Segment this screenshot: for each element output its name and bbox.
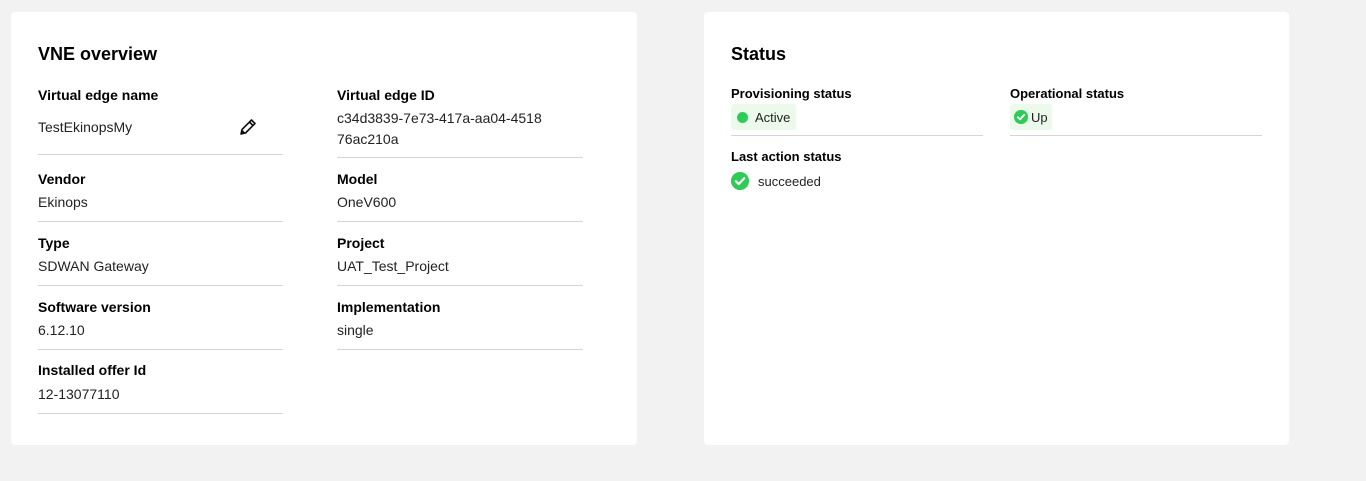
- type-field: Type SDWAN Gateway: [38, 234, 283, 286]
- provisioning-status-badge: Active: [731, 104, 797, 130]
- check-circle-icon: [1014, 110, 1028, 124]
- last-action-status-label: Last action status: [731, 149, 842, 164]
- virtual-edge-name-value: TestEkinopsMy: [38, 119, 133, 135]
- operational-status-badge: Up: [1010, 104, 1052, 130]
- type-value: SDWAN Gateway: [38, 258, 149, 274]
- installed-offer-id-label: Installed offer Id: [38, 362, 147, 378]
- operational-status-label: Operational status: [1010, 86, 1125, 101]
- provisioning-divider: [731, 135, 983, 136]
- virtual-edge-name-label: Virtual edge name: [38, 87, 159, 103]
- vendor-field: Vendor Ekinops: [38, 170, 283, 222]
- project-label: Project: [337, 235, 385, 251]
- model-label: Model: [337, 171, 378, 187]
- last-action-status-field: Last action status succeeded: [731, 147, 983, 192]
- operational-status-field: Operational status Up: [1010, 84, 1262, 136]
- implementation-label: Implementation: [337, 299, 441, 315]
- last-action-status-value: succeeded: [758, 173, 821, 189]
- installed-offer-id-field: Installed offer Id 12-13077110: [38, 361, 283, 414]
- software-version-field: Software version 6.12.10: [38, 298, 283, 350]
- project-value: UAT_Test_Project: [337, 258, 449, 274]
- vendor-value: Ekinops: [38, 194, 88, 210]
- virtual-edge-id-field: Virtual edge ID c34d3839-7e73-417a-aa04-…: [337, 84, 583, 158]
- software-version-label: Software version: [38, 299, 151, 315]
- implementation-field: Implementation single: [337, 298, 583, 350]
- installed-offer-id-value: 12-13077110: [38, 386, 120, 402]
- implementation-value: single: [337, 322, 374, 338]
- operational-status-value: Up: [1031, 109, 1048, 125]
- vendor-label: Vendor: [38, 171, 86, 187]
- status-dot-icon: [737, 111, 748, 123]
- vne-overview-card: VNE overview Virtual edge name TestEkino…: [11, 12, 637, 445]
- pencil-icon[interactable]: [238, 117, 258, 137]
- provisioning-status-value: Active: [755, 109, 791, 125]
- status-title: Status: [731, 44, 787, 64]
- vne-overview-title: VNE overview: [38, 44, 158, 64]
- check-circle-icon: [731, 172, 749, 190]
- virtual-edge-id-label: Virtual edge ID: [337, 87, 435, 103]
- model-value: OneV600: [337, 194, 397, 210]
- provisioning-status-label: Provisioning status: [731, 86, 852, 101]
- model-field: Model OneV600: [337, 170, 583, 222]
- type-label: Type: [38, 235, 70, 251]
- virtual-edge-id-value: c34d3839-7e73-417a-aa04-451876ac210a: [337, 110, 542, 147]
- last-action-status-row: succeeded: [731, 172, 821, 190]
- virtual-edge-name-field: Virtual edge name TestEkinopsMy: [38, 84, 283, 155]
- provisioning-status-field: Provisioning status Active: [731, 84, 983, 136]
- project-field: Project UAT_Test_Project: [337, 234, 583, 286]
- status-card: Status Provisioning status Active Operat…: [704, 12, 1289, 445]
- operational-divider: [1010, 135, 1262, 136]
- software-version-value: 6.12.10: [38, 322, 85, 338]
